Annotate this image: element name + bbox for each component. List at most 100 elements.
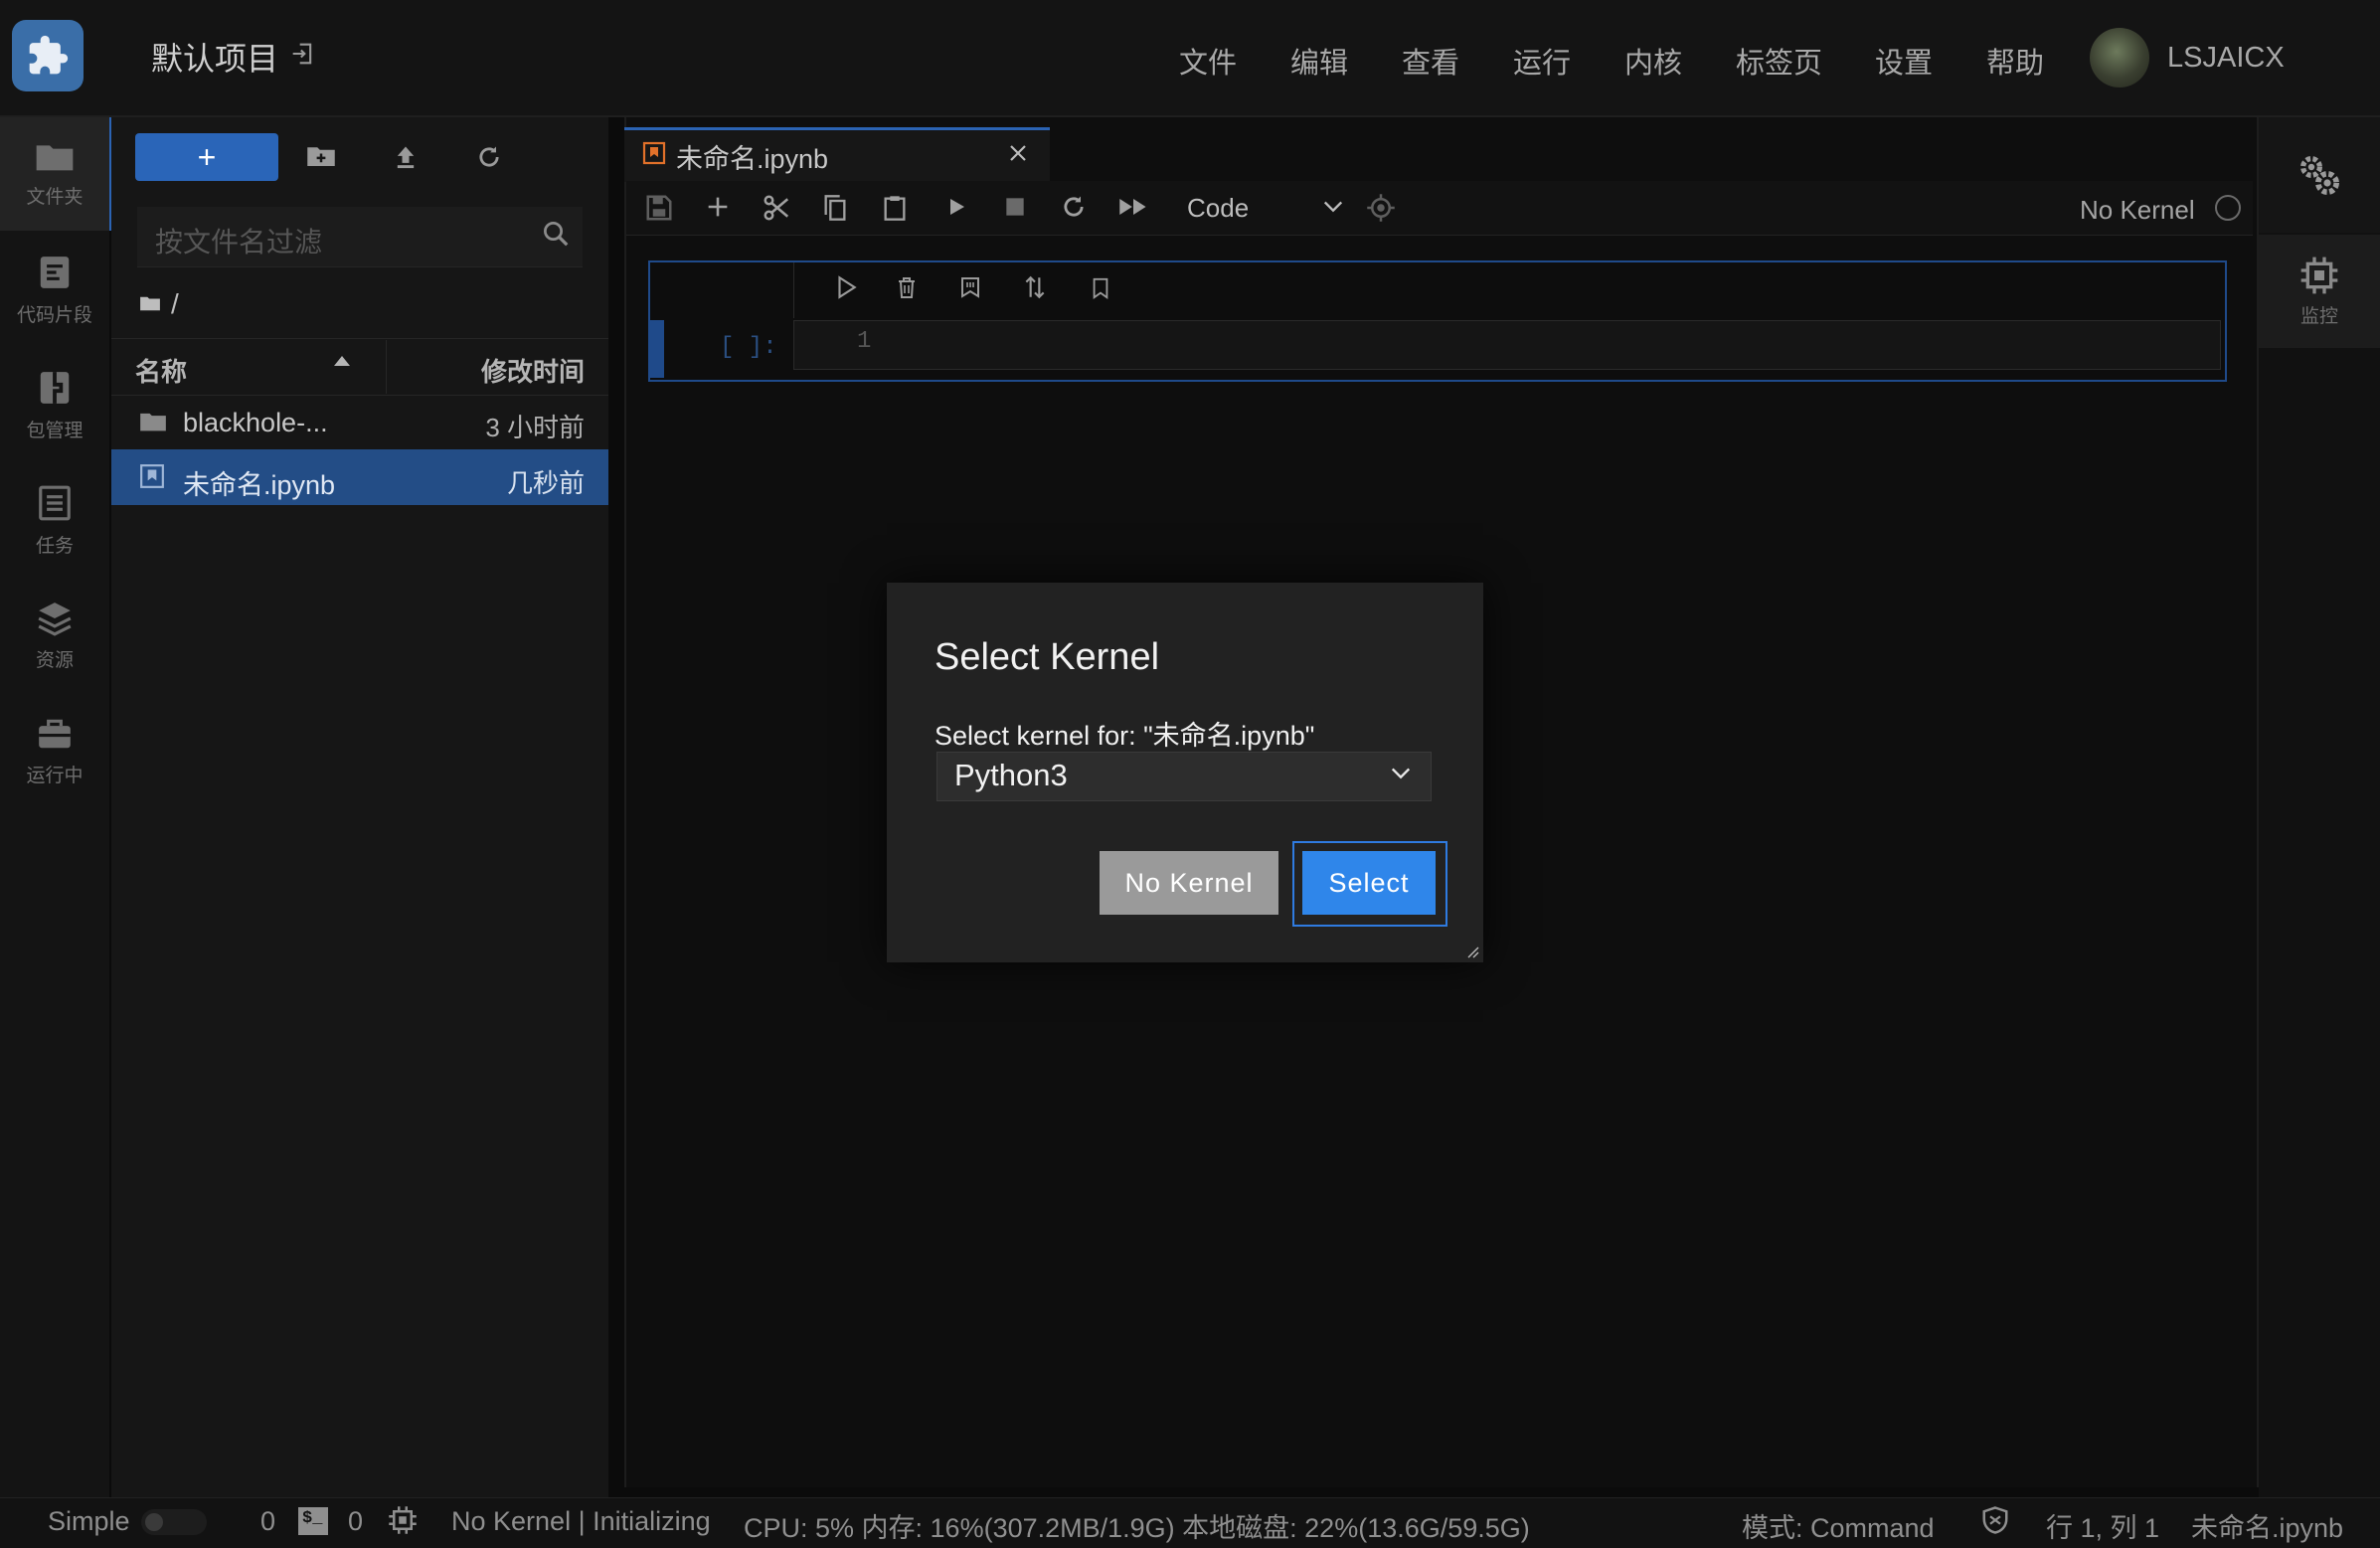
- crosshair-icon[interactable]: [1366, 193, 1396, 223]
- column-modified[interactable]: 修改时间: [481, 352, 585, 389]
- terminals-count[interactable]: 0: [260, 1506, 275, 1537]
- upload-icon[interactable]: [392, 143, 420, 171]
- folder-icon: [139, 410, 167, 433]
- project-title[interactable]: 默认项目: [151, 34, 278, 80]
- resize-handle-icon[interactable]: [1465, 945, 1479, 958]
- file-browser: [111, 117, 608, 1497]
- menu-settings[interactable]: 设置: [1875, 40, 1933, 82]
- cursor-position[interactable]: 行 1, 列 1: [2046, 1506, 2159, 1545]
- avatar[interactable]: [2090, 28, 2149, 87]
- rail-item-label: 文件夹: [26, 186, 84, 208]
- bookmark-icon[interactable]: [1090, 274, 1111, 302]
- chip-icon: [2300, 257, 2338, 293]
- dialog-label: Select kernel for: "未命名.ipynb": [935, 721, 1315, 751]
- menu-view[interactable]: 查看: [1402, 40, 1459, 82]
- move-cell-icon[interactable]: [1022, 274, 1048, 300]
- no-kernel-button[interactable]: No Kernel: [1100, 851, 1278, 915]
- task-icon: [39, 485, 71, 520]
- shield-icon[interactable]: [1980, 1505, 2010, 1535]
- property-inspector-button[interactable]: [2259, 117, 2380, 233]
- rail-item-running[interactable]: 运行中: [0, 694, 109, 807]
- sort-ascending-icon[interactable]: [334, 356, 350, 366]
- briefcase-icon: [39, 719, 71, 748]
- file-name: 未命名.ipynb: [183, 470, 336, 500]
- column-divider[interactable]: [386, 340, 387, 394]
- chevron-down-icon[interactable]: [1322, 199, 1344, 215]
- menu-run[interactable]: 运行: [1513, 40, 1571, 82]
- rail-item-label: 代码片段: [16, 304, 92, 326]
- rail-item-label: 任务: [35, 535, 74, 557]
- cell-collapser[interactable]: [648, 320, 664, 378]
- menu-kernel[interactable]: 内核: [1624, 40, 1682, 82]
- kernel-status-indicator: [2215, 195, 2241, 221]
- cell-prompt: [ ]:: [720, 334, 777, 361]
- kernels-count[interactable]: 0: [348, 1506, 363, 1537]
- cut-icon[interactable]: [762, 193, 791, 223]
- stop-kernel-icon[interactable]: [1002, 193, 1028, 221]
- file-row-selected[interactable]: 未命名.ipynb 几秒前: [111, 449, 608, 505]
- search-icon: [541, 219, 571, 249]
- paste-icon[interactable]: [881, 193, 909, 223]
- exit-project-icon[interactable]: [288, 40, 316, 68]
- chevron-down-icon[interactable]: [1390, 766, 1412, 781]
- run-cell-icon[interactable]: [944, 193, 968, 221]
- menu-edit[interactable]: 编辑: [1290, 40, 1348, 82]
- cell-tag-icon[interactable]: [958, 274, 982, 300]
- new-folder-icon[interactable]: [306, 143, 336, 169]
- close-tab-icon[interactable]: [1006, 141, 1030, 165]
- file-modified: 几秒前: [506, 468, 585, 498]
- cell-editor[interactable]: [793, 320, 2221, 370]
- run-cell-icon[interactable]: [833, 274, 859, 300]
- breadcrumb[interactable]: /: [171, 288, 179, 320]
- run-all-icon[interactable]: [1117, 193, 1149, 221]
- filter-placeholder: 按文件名过滤: [155, 227, 323, 258]
- menu-file[interactable]: 文件: [1179, 40, 1237, 82]
- rail-item-tasks[interactable]: 任务: [0, 463, 109, 577]
- insert-cell-icon[interactable]: [704, 193, 732, 221]
- notebook-toolbar: [626, 181, 2253, 236]
- delete-cell-icon[interactable]: [895, 274, 919, 300]
- kernel-select-value: Python3: [954, 758, 1068, 792]
- file-name: blackhole-...: [183, 408, 328, 437]
- kernel-name[interactable]: No Kernel: [2080, 195, 2195, 226]
- file-modified: 3 小时前: [485, 413, 585, 442]
- rail-item-snippets[interactable]: 代码片段: [0, 233, 109, 346]
- monitor-button[interactable]: 监控: [2259, 235, 2380, 348]
- notebook-tab-icon: [642, 141, 666, 165]
- resource-usage: CPU: 5% 内存: 16%(307.2MB/1.9G) 本地磁盘: 22%(…: [744, 1513, 1530, 1543]
- puzzle-icon: [29, 35, 69, 75]
- toggle-knob: [145, 1513, 163, 1531]
- dialog-title: Select Kernel: [935, 636, 1160, 678]
- rail-item-files[interactable]: 文件夹: [0, 117, 113, 231]
- select-button[interactable]: Select: [1302, 851, 1436, 915]
- app-logo[interactable]: [12, 20, 84, 91]
- rail-item-label: 包管理: [26, 420, 84, 441]
- restart-kernel-icon[interactable]: [1060, 193, 1088, 221]
- rail-item-label: 运行中: [26, 765, 84, 786]
- simple-mode-label: Simple: [48, 1506, 130, 1536]
- breadcrumb-folder-icon[interactable]: [139, 294, 161, 312]
- menu-help[interactable]: 帮助: [1986, 40, 2044, 82]
- save-icon[interactable]: [644, 193, 674, 223]
- monitor-label: 监控: [2299, 305, 2338, 327]
- terminal-icon[interactable]: $_: [298, 1507, 328, 1535]
- new-button-label: +: [197, 139, 217, 175]
- refresh-icon[interactable]: [475, 143, 503, 171]
- notebook-icon: [139, 463, 165, 489]
- column-name[interactable]: 名称: [135, 352, 187, 389]
- menu-tabs[interactable]: 标签页: [1736, 40, 1822, 82]
- username[interactable]: LSJAICX: [2167, 42, 2285, 75]
- cell-toolbar: [793, 262, 2220, 318]
- snippet-icon: [40, 256, 70, 288]
- kernel-state[interactable]: No Kernel | Initializing: [451, 1506, 711, 1537]
- cell-type-select[interactable]: Code: [1187, 193, 1249, 224]
- copy-icon[interactable]: [821, 193, 849, 223]
- status-file-name: 未命名.ipynb: [2191, 1513, 2344, 1543]
- new-launcher-button[interactable]: +: [135, 133, 278, 181]
- rail-item-packages[interactable]: 包管理: [0, 348, 109, 461]
- line-number: 1: [857, 328, 872, 355]
- kernel-chip-icon[interactable]: [388, 1505, 418, 1535]
- file-row[interactable]: blackhole-... 3 小时前: [111, 394, 608, 449]
- rail-item-resources[interactable]: 资源: [0, 579, 109, 692]
- layers-icon: [38, 602, 72, 636]
